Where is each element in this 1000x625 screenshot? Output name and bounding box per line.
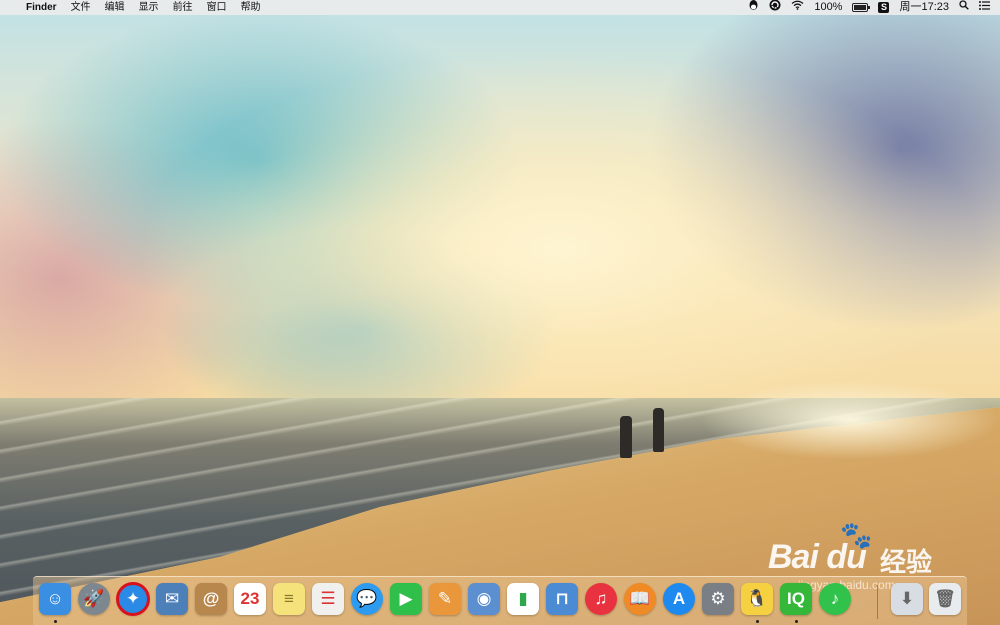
keynote-icon[interactable]: ⊓ <box>546 583 578 615</box>
numbers-chart-icon[interactable]: ▮ <box>507 583 539 615</box>
battery-percent[interactable]: 100% <box>814 0 842 15</box>
wallpaper-sun-glare <box>700 380 1000 460</box>
downloads-folder-icon[interactable]: ⬇ <box>891 583 923 615</box>
messages-icon[interactable]: 💬 <box>351 583 383 615</box>
iqiyi-icon[interactable]: IQ <box>780 583 812 615</box>
status-area: 100% S 周一17:23 <box>738 0 990 16</box>
menu-clock[interactable]: 周一17:23 <box>899 0 949 15</box>
app-store-icon[interactable]: A <box>663 583 695 615</box>
running-indicator <box>54 620 57 623</box>
sogou-input-icon[interactable]: S <box>878 2 890 13</box>
app-menu-finder[interactable]: Finder <box>26 0 57 15</box>
notification-center-icon[interactable] <box>979 0 990 15</box>
wifi-icon[interactable] <box>791 0 804 15</box>
running-indicator <box>795 620 798 623</box>
reminders-icon[interactable]: ☰ <box>312 583 344 615</box>
qq-music-icon[interactable]: ♪ <box>819 583 851 615</box>
desktop-wallpaper[interactable]: Finder 文件 编辑 显示 前往 窗口 帮助 100% S 周一17:23 <box>0 0 1000 625</box>
calendar-icon[interactable]: 23 <box>234 583 266 615</box>
gear-icon[interactable]: ⚙ <box>702 583 734 615</box>
photos-icon[interactable]: ◉ <box>468 583 500 615</box>
notes-icon[interactable]: ≡ <box>273 583 305 615</box>
running-indicator <box>756 620 759 623</box>
penguin-icon[interactable]: 🐧 <box>741 583 773 615</box>
menu-edit[interactable]: 编辑 <box>105 0 125 15</box>
menu-view[interactable]: 显示 <box>139 0 159 15</box>
book-icon[interactable]: 📖 <box>624 583 656 615</box>
stamp-icon[interactable]: ✉ <box>156 583 188 615</box>
rocket-icon[interactable]: 🚀 <box>78 583 110 615</box>
battery-fill <box>854 5 867 10</box>
music-note-icon[interactable]: ♫ <box>585 583 617 615</box>
menu-help[interactable]: 帮助 <box>241 0 261 15</box>
menu-go[interactable]: 前往 <box>173 0 193 15</box>
menu-file[interactable]: 文件 <box>71 0 91 15</box>
battery-icon[interactable] <box>852 3 871 12</box>
pages-icon[interactable]: ✎ <box>429 583 461 615</box>
wallpaper-surfer-figure <box>620 416 632 458</box>
facetime-icon[interactable]: ▶ <box>390 583 422 615</box>
menu-bar: Finder 文件 编辑 显示 前往 窗口 帮助 100% S 周一17:23 <box>0 0 1000 15</box>
baidu-paw-icon: 🐾 <box>840 520 873 550</box>
dock-divider <box>877 585 878 619</box>
highlight-circle <box>116 582 150 616</box>
qq-status-icon[interactable] <box>748 0 759 16</box>
watermark-product: 经验 <box>880 547 933 577</box>
finder-icon[interactable]: ☺ <box>39 583 71 615</box>
contacts-book-icon[interactable]: @ <box>195 583 227 615</box>
trash-icon[interactable]: 🗑 <box>929 583 961 615</box>
sync-status-icon[interactable] <box>769 0 781 16</box>
dock: ☺ 🚀 ✦ ✉ @23 ≡ ☰ 💬 ▶ ✎ ◉ ▮ ⊓ ♫ 📖 A ⚙ 🐧 IQ ♪ ⬇ 🗑 <box>33 576 967 625</box>
menu-window[interactable]: 窗口 <box>207 0 227 15</box>
spotlight-search-icon[interactable] <box>959 0 969 15</box>
wallpaper-surfer-figure <box>653 408 664 452</box>
